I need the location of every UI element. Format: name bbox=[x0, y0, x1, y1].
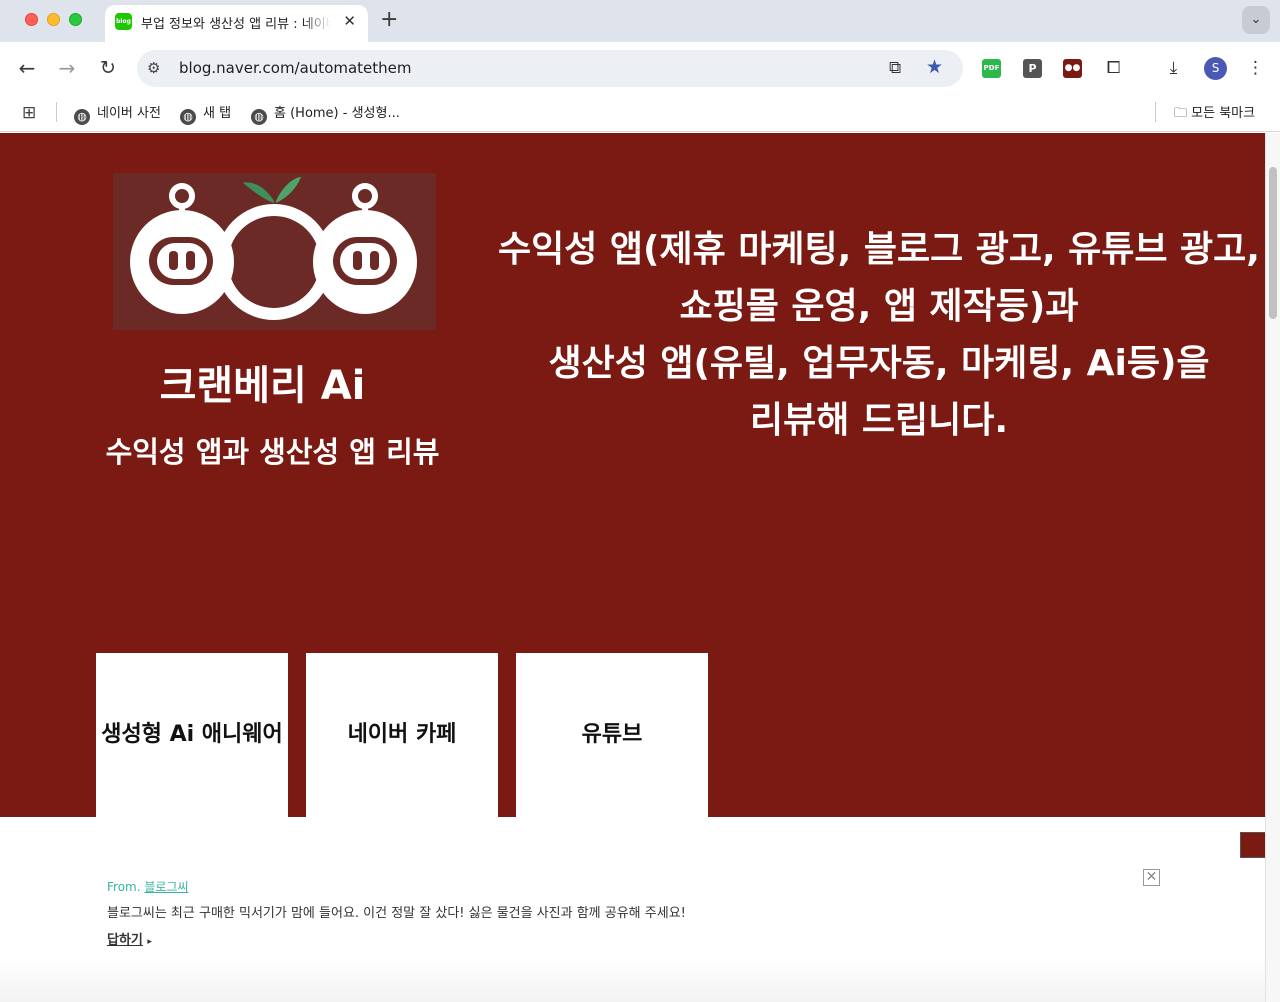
bookmark-home[interactable]: ◍ 홈 (Home) - 생성형... bbox=[251, 102, 400, 125]
blog-title: 크랜베리 Ai bbox=[159, 363, 366, 409]
address-bar[interactable]: ⚙ blog.naver.com/automatethem ⧉ ★ bbox=[137, 50, 963, 87]
description-line: 수익성 앱(제휴 마케팅, 블로그 광고, 유튜브 광고, bbox=[498, 229, 1260, 270]
site-info-icon[interactable]: ⚙ bbox=[147, 59, 160, 77]
tab-title: 부업 정보와 생산성 앱 리뷰 : 네이버 블로그 bbox=[141, 17, 331, 32]
description-line: 쇼핑몰 운영, 앱 제작등)과 bbox=[679, 286, 1079, 327]
description-line: 생산성 앱(유틸, 업무자동, 마케팅, Ai등)을 bbox=[548, 343, 1210, 384]
globe-icon: ◍ bbox=[251, 109, 267, 125]
all-bookmarks-label: 모든 북마크 bbox=[1191, 106, 1256, 121]
download-icon[interactable]: ⤓ bbox=[1164, 59, 1183, 78]
forward-arrow-icon[interactable]: → bbox=[54, 55, 80, 81]
apps-grid-icon[interactable]: ⊞ bbox=[22, 103, 36, 123]
card-youtube[interactable]: 유튜브 bbox=[516, 653, 708, 817]
notice-close-icon[interactable]: ✕ bbox=[1143, 869, 1160, 886]
page-scrollbar[interactable] bbox=[1265, 133, 1280, 1002]
maximize-window-button[interactable] bbox=[69, 13, 82, 26]
blog-description: 수익성 앱(제휴 마케팅, 블로그 광고, 유튜브 광고, 쇼핑몰 운영, 앱 … bbox=[484, 221, 1265, 449]
bookmark-label: 홈 (Home) - 생성형... bbox=[274, 106, 400, 121]
tab-strip: blog 부업 정보와 생산성 앱 리뷰 : 네이버 블로그 ✕ + ⌄ bbox=[0, 0, 1280, 42]
pdf-extension-icon[interactable]: PDF bbox=[982, 59, 1001, 78]
all-bookmarks-folder[interactable]: 🗀 모든 북마크 bbox=[1174, 102, 1255, 126]
bookmark-star-icon[interactable]: ★ bbox=[926, 56, 943, 78]
globe-icon: ◍ bbox=[74, 109, 90, 125]
cranberry-robot-logo-icon bbox=[113, 173, 436, 330]
notice-from: From. 블로그씨 bbox=[107, 878, 189, 895]
blog-page: 크랜베리 Ai 수익성 앱과 생산성 앱 리뷰 수익성 앱(제휴 마케팅, 블로… bbox=[0, 133, 1265, 1002]
minimize-window-button[interactable] bbox=[47, 13, 60, 26]
bookmarks-bar: ⊞ ◍ 네이버 사전 ◍ 새 탭 ◍ 홈 (Home) - 생성형... 🗀 모든 북… bbox=[0, 94, 1280, 132]
bookmark-label: 새 탭 bbox=[203, 106, 232, 121]
blogsee-notice: From. 블로그씨 블로그씨는 최근 구매한 믹서기가 맘에 들어요. 이건 … bbox=[0, 817, 1265, 1002]
kebab-menu-icon[interactable]: ⋮ bbox=[1246, 59, 1265, 78]
cranberry-ai-extension-icon[interactable]: ●● bbox=[1063, 59, 1082, 78]
bookmarks-separator bbox=[1155, 102, 1156, 122]
card-generative-ai-anywhere[interactable]: 생성형 Ai 애니웨어 bbox=[96, 653, 288, 817]
from-label: From. bbox=[107, 880, 141, 894]
open-in-app-icon[interactable]: ⧉ bbox=[889, 58, 901, 78]
profile-avatar[interactable]: S bbox=[1204, 57, 1227, 80]
new-tab-button[interactable]: + bbox=[380, 7, 398, 32]
from-source-link[interactable]: 블로그씨 bbox=[144, 880, 188, 894]
reload-icon[interactable]: ↻ bbox=[95, 55, 121, 81]
reply-label: 답하기 bbox=[107, 933, 143, 948]
globe-icon: ◍ bbox=[180, 109, 196, 125]
tab-close-icon[interactable]: ✕ bbox=[343, 12, 356, 30]
blog-header: 크랜베리 Ai 수익성 앱과 생산성 앱 리뷰 수익성 앱(제휴 마케팅, 블로… bbox=[0, 133, 1265, 817]
p-extension-icon[interactable]: P bbox=[1023, 59, 1042, 78]
blog-subtitle: 수익성 앱과 생산성 앱 리뷰 bbox=[105, 435, 440, 469]
close-window-button[interactable] bbox=[25, 13, 38, 26]
bookmarks-separator bbox=[56, 102, 57, 122]
active-tab[interactable]: blog 부업 정보와 생산성 앱 리뷰 : 네이버 블로그 ✕ bbox=[105, 5, 368, 42]
tab-search-chevron-icon[interactable]: ⌄ bbox=[1242, 6, 1270, 34]
folder-icon: 🗀 bbox=[1174, 106, 1188, 121]
scrollbar-thumb[interactable] bbox=[1269, 167, 1277, 319]
notice-message: 블로그씨는 최근 구매한 믹서기가 맘에 들어요. 이건 정말 잘 샀다! 싫은… bbox=[107, 906, 686, 921]
extensions-puzzle-icon[interactable]: ⧠ bbox=[1104, 59, 1123, 78]
cranberry-ai-logo[interactable] bbox=[113, 173, 436, 330]
browser-toolbar: ← → ↻ ⚙ blog.naver.com/automatethem ⧉ ★ … bbox=[0, 42, 1280, 94]
bookmark-label: 네이버 사전 bbox=[97, 106, 161, 121]
reply-arrow-icon: ▸ bbox=[147, 937, 152, 947]
back-arrow-icon[interactable]: ← bbox=[14, 55, 40, 81]
description-line: 리뷰해 드립니다. bbox=[749, 400, 1009, 441]
reply-link[interactable]: 답하기 ▸ bbox=[107, 929, 152, 948]
bookmark-new-tab[interactable]: ◍ 새 탭 bbox=[180, 102, 231, 125]
naver-blog-favicon-icon: blog bbox=[115, 13, 132, 30]
card-naver-cafe[interactable]: 네이버 카페 bbox=[306, 653, 498, 817]
url-text[interactable]: blog.naver.com/automatethem bbox=[179, 59, 412, 77]
bookmark-naver-dictionary[interactable]: ◍ 네이버 사전 bbox=[74, 102, 161, 125]
cranberry-mini-logo-icon[interactable] bbox=[1240, 832, 1268, 858]
